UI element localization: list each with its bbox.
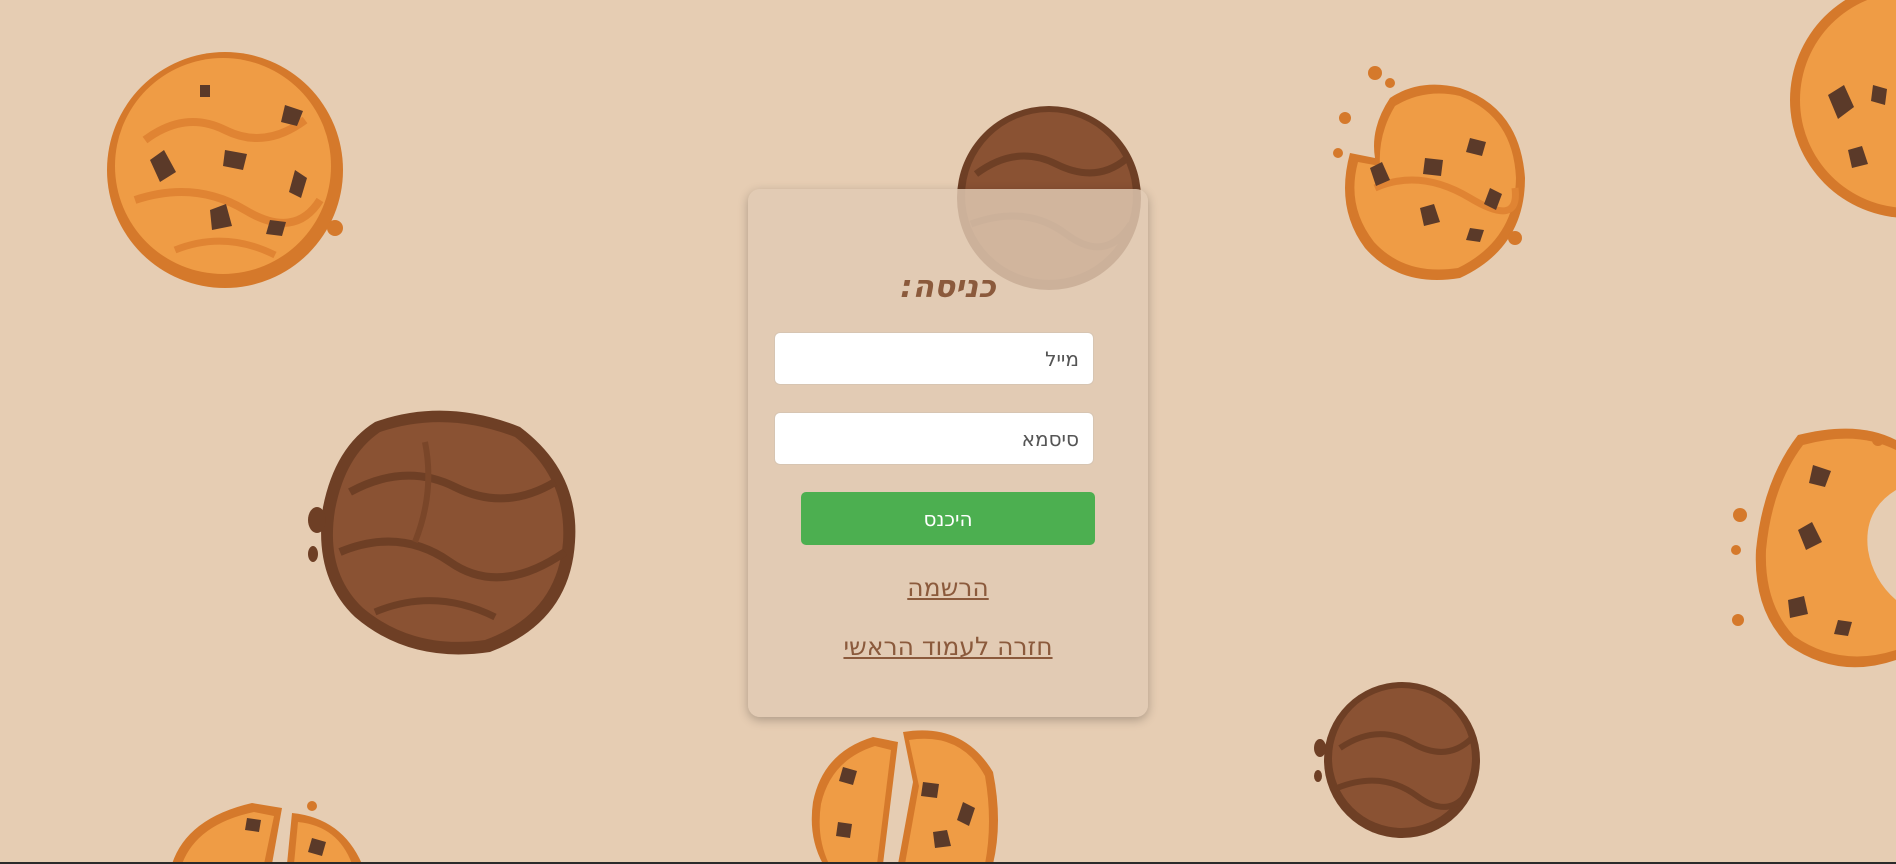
password-field[interactable]	[774, 412, 1094, 465]
cookie-chocolate-icon	[1314, 682, 1480, 838]
cookie-broken-icon	[172, 801, 362, 864]
email-field[interactable]	[774, 332, 1094, 385]
login-button[interactable]: היכנס	[801, 492, 1095, 545]
cookie-chocolate-icon	[308, 410, 576, 655]
cookie-broken-icon	[811, 730, 998, 864]
login-card: כניסה: היכנס הרשמה חזרה לעמוד הראשי	[748, 189, 1148, 717]
cookie-bitten-icon	[1333, 66, 1525, 281]
register-link[interactable]: הרשמה	[748, 573, 1148, 602]
login-title: כניסה:	[900, 269, 996, 305]
cookie-golden-icon	[107, 52, 343, 288]
back-to-home-link[interactable]: חזרה לעמוד הראשי	[748, 632, 1148, 661]
cookie-golden-icon	[1790, 0, 1896, 218]
cookie-bitten-icon	[1731, 428, 1896, 668]
